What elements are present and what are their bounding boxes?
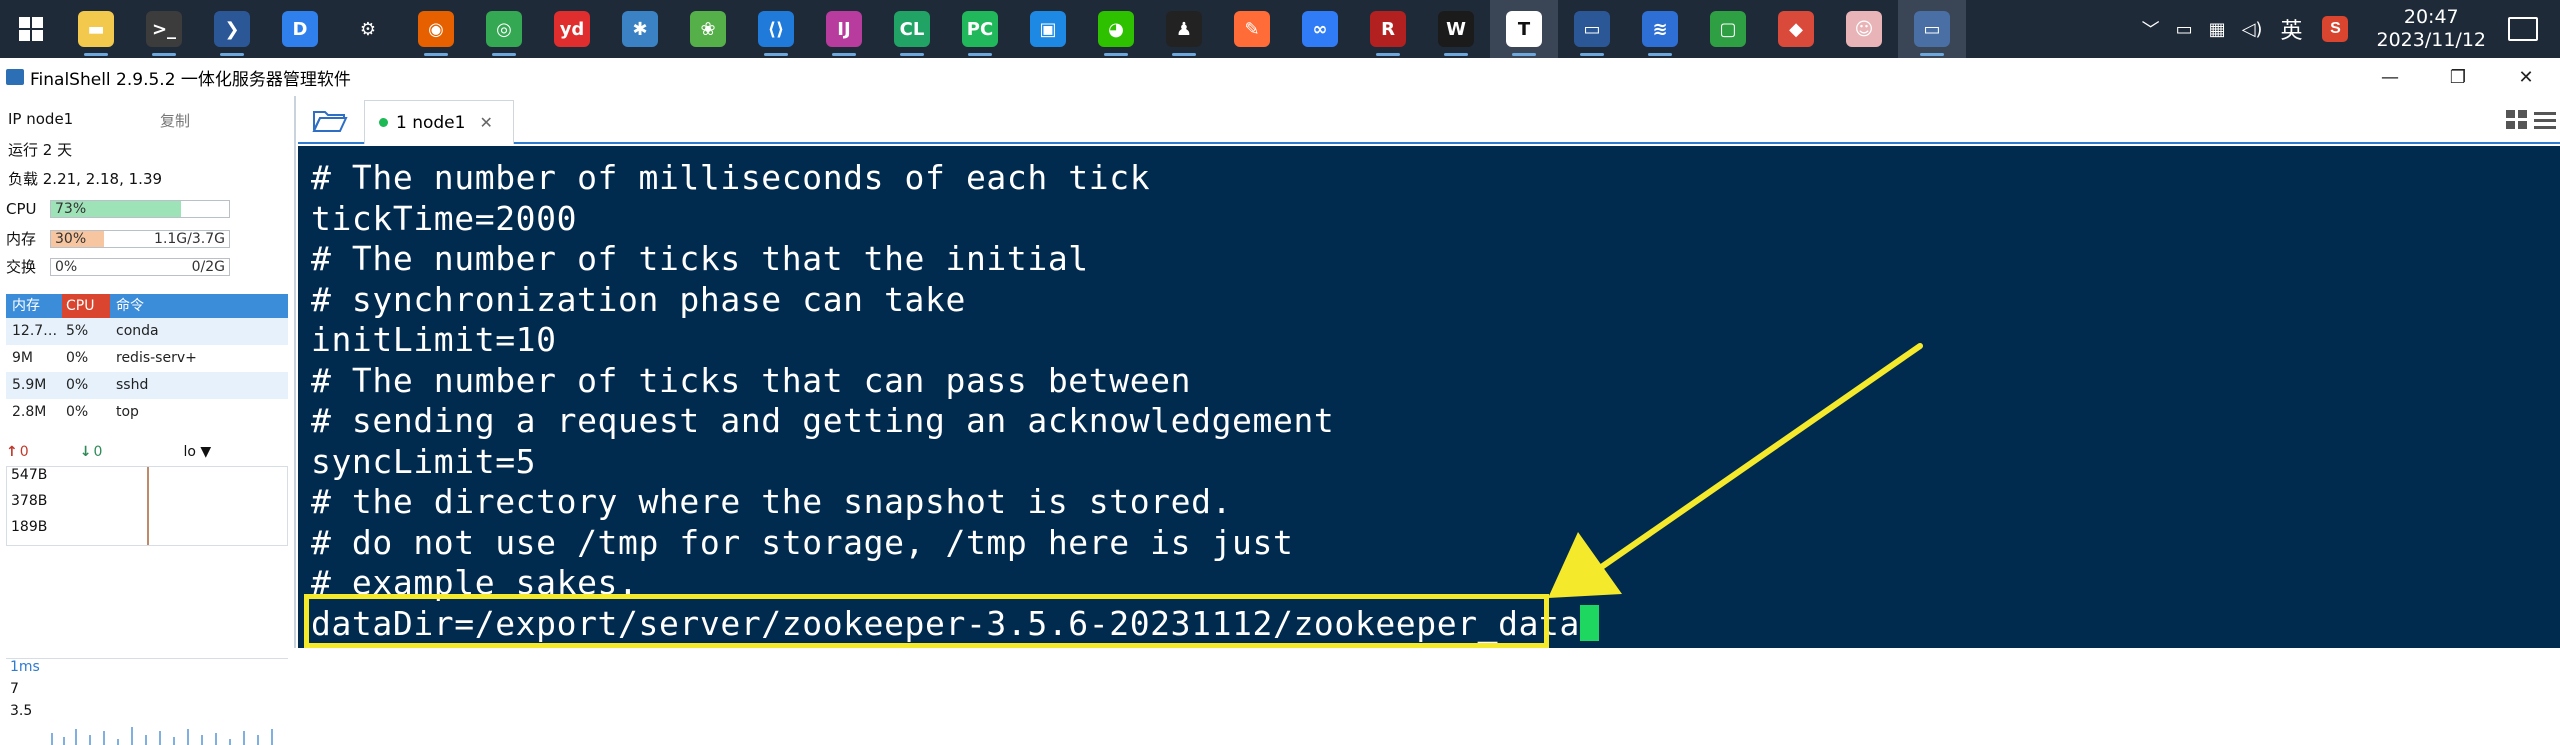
ping-axis-label: 7: [10, 681, 19, 697]
annotation-arrow: [1548, 343, 1923, 598]
ping-bars: [51, 727, 273, 745]
latency-graph: 1ms 7 3.5: [6, 658, 288, 745]
ping-axis-label: 3.5: [10, 703, 33, 719]
ping-label: 1ms: [10, 659, 40, 675]
